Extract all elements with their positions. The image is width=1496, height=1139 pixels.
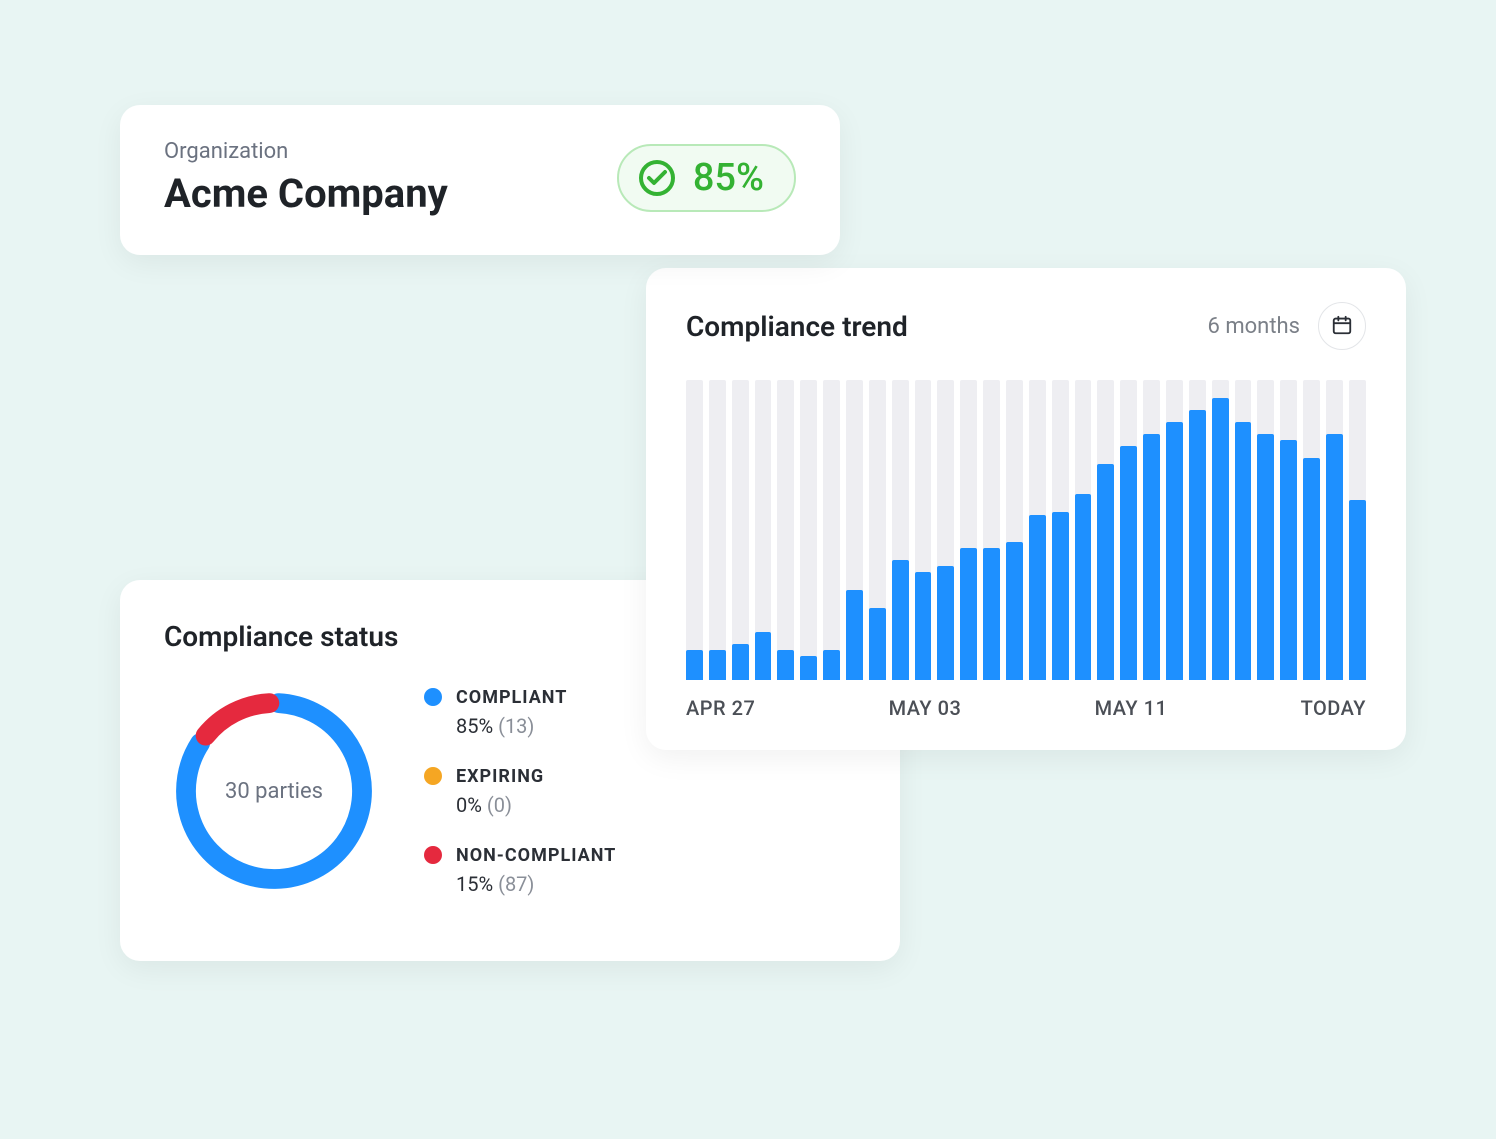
trend-bar xyxy=(1349,380,1366,680)
trend-bar xyxy=(1143,380,1160,680)
trend-bar xyxy=(1326,380,1343,680)
status-legend: COMPLIANT 85% (13) EXPIRING 0% (0) NON-COMPL… xyxy=(424,687,616,896)
organization-name: Acme Company xyxy=(164,170,448,217)
trend-bar xyxy=(869,380,886,680)
trend-bar xyxy=(960,380,977,680)
trend-header: Compliance trend 6 months xyxy=(686,302,1366,350)
legend-dot-icon xyxy=(424,846,442,864)
trend-bar xyxy=(1303,380,1320,680)
trend-bar xyxy=(915,380,932,680)
legend-name: NON-COMPLIANT xyxy=(456,845,616,866)
legend-name: EXPIRING xyxy=(456,766,544,787)
trend-bar xyxy=(1166,380,1183,680)
compliance-trend-card: Compliance trend 6 months APR 27 MAY 03 … xyxy=(646,268,1406,750)
legend-value: 85% (13) xyxy=(424,714,616,738)
trend-bar xyxy=(732,380,749,680)
donut-center-label: 30 parties xyxy=(164,681,384,901)
trend-bar xyxy=(892,380,909,680)
trend-bar xyxy=(1120,380,1137,680)
trend-bar xyxy=(1257,380,1274,680)
x-tick: APR 27 xyxy=(686,696,755,720)
date-range-button[interactable] xyxy=(1318,302,1366,350)
trend-bar xyxy=(800,380,817,680)
organization-text: Organization Acme Company xyxy=(164,139,448,217)
trend-bar xyxy=(846,380,863,680)
trend-bar xyxy=(983,380,1000,680)
trend-bar-chart xyxy=(686,380,1366,680)
organization-label: Organization xyxy=(164,139,448,164)
check-circle-icon xyxy=(637,158,677,198)
legend-item: EXPIRING 0% (0) xyxy=(424,766,616,817)
legend-value: 15% (87) xyxy=(424,872,616,896)
trend-bar xyxy=(1006,380,1023,680)
trend-bar xyxy=(937,380,954,680)
legend-item: NON-COMPLIANT 15% (87) xyxy=(424,845,616,896)
legend-value: 0% (0) xyxy=(424,793,616,817)
trend-bar xyxy=(777,380,794,680)
calendar-icon xyxy=(1331,314,1353,339)
x-tick: MAY 11 xyxy=(1095,696,1168,720)
trend-bar xyxy=(1189,380,1206,680)
trend-title: Compliance trend xyxy=(686,310,908,343)
trend-bar xyxy=(1075,380,1092,680)
trend-bar xyxy=(823,380,840,680)
legend-item: COMPLIANT 85% (13) xyxy=(424,687,616,738)
trend-range-controls: 6 months xyxy=(1208,302,1366,350)
trend-x-axis: APR 27 MAY 03 MAY 11 TODAY xyxy=(686,696,1366,720)
trend-bar xyxy=(686,380,703,680)
trend-bar xyxy=(1097,380,1114,680)
legend-dot-icon xyxy=(424,767,442,785)
trend-bar xyxy=(1235,380,1252,680)
compliance-score-value: 85% xyxy=(693,156,764,200)
x-tick: TODAY xyxy=(1301,696,1366,720)
trend-range-label: 6 months xyxy=(1208,314,1300,339)
legend-name: COMPLIANT xyxy=(456,687,567,708)
trend-bar xyxy=(1029,380,1046,680)
trend-bar xyxy=(755,380,772,680)
trend-bar xyxy=(709,380,726,680)
trend-bar xyxy=(1280,380,1297,680)
x-tick: MAY 03 xyxy=(889,696,962,720)
trend-bar xyxy=(1052,380,1069,680)
status-donut-chart: 30 parties xyxy=(164,681,384,901)
trend-bar xyxy=(1212,380,1229,680)
organization-card: Organization Acme Company 85% xyxy=(120,105,840,255)
compliance-score-badge: 85% xyxy=(617,144,796,212)
legend-dot-icon xyxy=(424,688,442,706)
